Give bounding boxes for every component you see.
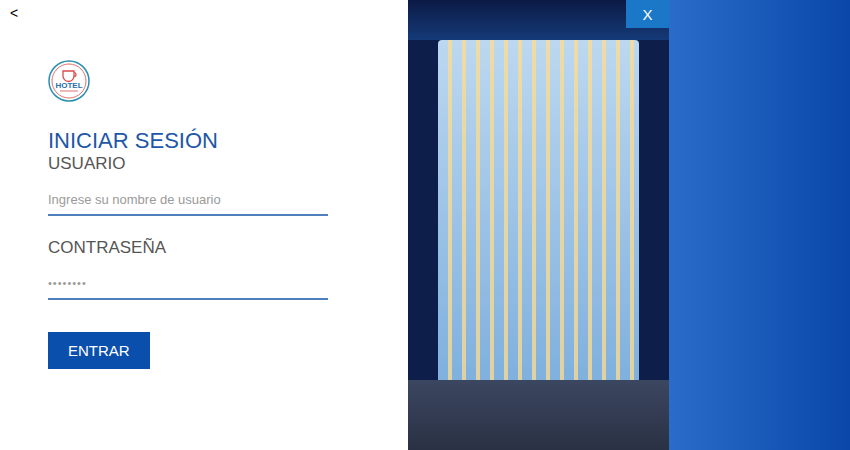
login-panel: < HOTEL INICIAR SESIÓNUSUARIO CONTRASEÑA ENT… <box>0 0 408 450</box>
hotel-logo-icon: HOTEL <box>48 60 90 102</box>
login-window: < HOTEL INICIAR SESIÓNUSUARIO CONTRASEÑA ENT… <box>0 0 850 450</box>
password-input[interactable] <box>48 268 328 300</box>
hotel-picture: X <box>408 0 669 450</box>
svg-text:HOTEL: HOTEL <box>55 81 82 90</box>
password-field: CONTRASEÑA <box>48 238 328 300</box>
side-banner <box>669 0 850 450</box>
back-button[interactable]: < <box>10 5 18 21</box>
text-input[interactable] <box>48 184 328 216</box>
close-button[interactable]: X <box>626 0 669 28</box>
text-field: USUARIO <box>48 154 328 216</box>
field-label: CONTRASEÑA <box>48 238 328 258</box>
field-label: USUARIO <box>48 154 328 174</box>
login-title: INICIAR SESIÓN <box>48 128 218 154</box>
login-button[interactable]: ENTRAR <box>48 332 150 369</box>
